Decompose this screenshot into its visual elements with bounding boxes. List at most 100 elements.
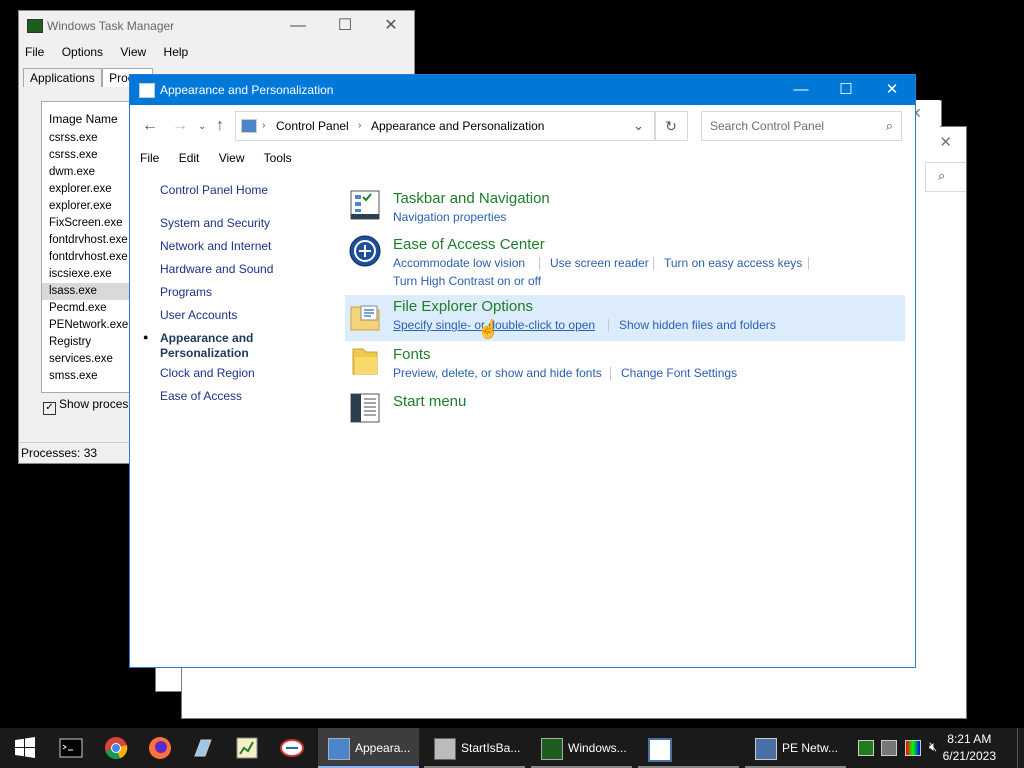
window-icon: [648, 738, 672, 762]
process-list[interactable]: Image Name csrss.exe csrss.exe dwm.exe expl…: [41, 101, 133, 393]
ease-of-access-icon: [349, 235, 381, 267]
command-prompt-icon[interactable]: [59, 736, 83, 760]
back-arrow-icon[interactable]: ←: [142, 117, 158, 135]
taskbar-button-windows-task-manager[interactable]: Windows...: [531, 728, 632, 768]
breadcrumb-appearance[interactable]: Appearance and Personalization: [371, 112, 544, 140]
process-row[interactable]: PENetwork.exe: [42, 317, 132, 334]
forward-arrow-icon[interactable]: →: [172, 117, 188, 135]
chrome-icon[interactable]: [104, 736, 128, 760]
maximize-button[interactable]: ☐: [823, 75, 869, 105]
folder-options-icon: [350, 305, 380, 331]
category-title[interactable]: Start menu: [393, 393, 466, 410]
link-show-hidden-files[interactable]: Show hidden files and folders: [619, 318, 776, 332]
taskbar-button-startisback[interactable]: StartIsBa...: [424, 728, 525, 768]
tab-applications[interactable]: Applications: [23, 68, 102, 87]
category-ease-of-access-center: Ease of Access Center Accommodate low vi…: [345, 233, 905, 289]
system-clock[interactable]: 8:21 AM 6/21/2023: [943, 731, 996, 765]
menu-view[interactable]: View: [219, 151, 245, 165]
chart-app-icon[interactable]: [235, 736, 259, 760]
nav-system-and-security[interactable]: System and Security: [160, 216, 270, 230]
menu-file[interactable]: File: [25, 45, 44, 59]
search-input[interactable]: Search Control Panel ⌕: [701, 111, 902, 141]
search-icon: ⌕: [938, 168, 946, 183]
start-menu-icon: [350, 393, 380, 423]
link-separator: [653, 257, 654, 270]
menu-tools[interactable]: Tools: [264, 151, 292, 165]
search-box-partial[interactable]: ⌕: [925, 162, 966, 192]
close-button[interactable]: ✕: [368, 11, 414, 41]
control-panel-home-link[interactable]: Control Panel Home: [160, 183, 268, 197]
volume-muted-icon[interactable]: 🔇︎: [929, 740, 943, 754]
utility-app-icon[interactable]: [280, 736, 304, 760]
process-row[interactable]: dwm.exe: [42, 164, 132, 181]
recent-locations-chevron-icon[interactable]: ⌄: [198, 121, 206, 132]
show-desktop-button[interactable]: [1017, 728, 1024, 768]
menu-view[interactable]: View: [120, 45, 146, 59]
tray-network-icon[interactable]: [881, 740, 897, 756]
link-accommodate-low-vision[interactable]: Accommodate low vision: [393, 256, 525, 270]
nav-programs[interactable]: Programs: [160, 285, 212, 299]
breadcrumb-control-panel[interactable]: Control Panel: [276, 112, 349, 140]
link-use-screen-reader[interactable]: Use screen reader: [550, 256, 649, 270]
process-row[interactable]: Pecmd.exe: [42, 300, 132, 317]
category-file-explorer-options[interactable]: File Explorer Options Specify single- or…: [345, 295, 905, 341]
category-title[interactable]: File Explorer Options: [393, 298, 533, 315]
link-navigation-properties[interactable]: Navigation properties: [393, 210, 506, 224]
category-title[interactable]: Fonts: [393, 346, 431, 363]
refresh-button[interactable]: ↻: [654, 111, 688, 141]
process-row[interactable]: FixScreen.exe: [42, 215, 132, 232]
link-preview-fonts[interactable]: Preview, delete, or show and hide fonts: [393, 366, 602, 380]
category-title[interactable]: Ease of Access Center: [393, 236, 545, 253]
process-row[interactable]: smss.exe: [42, 368, 132, 385]
menu-help[interactable]: Help: [164, 45, 189, 59]
minimize-button[interactable]: —: [275, 11, 321, 41]
column-header-image-name[interactable]: Image Name: [42, 102, 132, 130]
link-change-font-settings[interactable]: Change Font Settings: [621, 366, 737, 380]
process-row[interactable]: iscsiexe.exe: [42, 266, 132, 283]
breadcrumb-separator-icon[interactable]: ›: [262, 112, 265, 140]
menu-options[interactable]: Options: [62, 45, 103, 59]
taskbar-button-window[interactable]: [638, 728, 739, 768]
nav-ease-of-access[interactable]: Ease of Access: [160, 389, 242, 403]
firefox-icon[interactable]: [148, 736, 172, 760]
link-turn-on-easy-access-keys[interactable]: Turn on easy access keys: [664, 256, 802, 270]
link-separator: [608, 319, 609, 332]
tool-app-icon[interactable]: [191, 736, 215, 760]
process-row[interactable]: lsass.exe: [42, 283, 132, 300]
process-row[interactable]: fontdrvhost.exe: [42, 232, 132, 249]
hand-cursor-icon: ☝: [477, 319, 500, 339]
close-button[interactable]: ✕: [869, 75, 915, 105]
show-all-processes-checkbox[interactable]: ✓ Show processe: [43, 397, 141, 415]
category-title[interactable]: Taskbar and Navigation: [393, 190, 550, 207]
minimize-button[interactable]: —: [778, 75, 824, 105]
nav-hardware-and-sound[interactable]: Hardware and Sound: [160, 262, 273, 276]
category-start-menu: Start menu: [345, 390, 905, 426]
windows-start-icon[interactable]: [13, 736, 37, 760]
menu-edit[interactable]: Edit: [179, 151, 200, 165]
breadcrumb-separator-icon[interactable]: ›: [358, 112, 361, 140]
menu-file[interactable]: File: [140, 151, 159, 165]
link-turn-high-contrast[interactable]: Turn High Contrast on or off: [393, 274, 541, 288]
nav-appearance-and-personalization: Appearance and Personalization: [160, 331, 254, 360]
process-row[interactable]: Registry: [42, 334, 132, 351]
process-row[interactable]: fontdrvhost.exe: [42, 249, 132, 266]
tray-green-app-icon[interactable]: [858, 740, 874, 756]
process-row[interactable]: csrss.exe: [42, 147, 132, 164]
process-row[interactable]: explorer.exe: [42, 181, 132, 198]
tray-color-app-icon[interactable]: [905, 740, 921, 756]
process-row[interactable]: csrss.exe: [42, 130, 132, 147]
taskbar-button-appearance[interactable]: Appeara...: [318, 728, 419, 768]
nav-clock-and-region[interactable]: Clock and Region: [160, 366, 255, 380]
process-row[interactable]: explorer.exe: [42, 198, 132, 215]
up-arrow-icon[interactable]: ↑: [216, 117, 224, 135]
link-separator: [610, 367, 611, 380]
maximize-button[interactable]: ☐: [322, 11, 368, 41]
nav-user-accounts[interactable]: User Accounts: [160, 308, 237, 322]
process-row[interactable]: services.exe: [42, 351, 132, 368]
control-panel-icon: [139, 83, 155, 98]
address-bar[interactable]: › Control Panel › Appearance and Persona…: [235, 111, 656, 141]
taskbar-button-pe-network[interactable]: PE Netw...: [745, 728, 846, 768]
address-dropdown-chevron-icon[interactable]: ⌄: [633, 112, 644, 140]
close-icon[interactable]: ✕: [939, 133, 952, 151]
nav-network-and-internet[interactable]: Network and Internet: [160, 239, 271, 253]
